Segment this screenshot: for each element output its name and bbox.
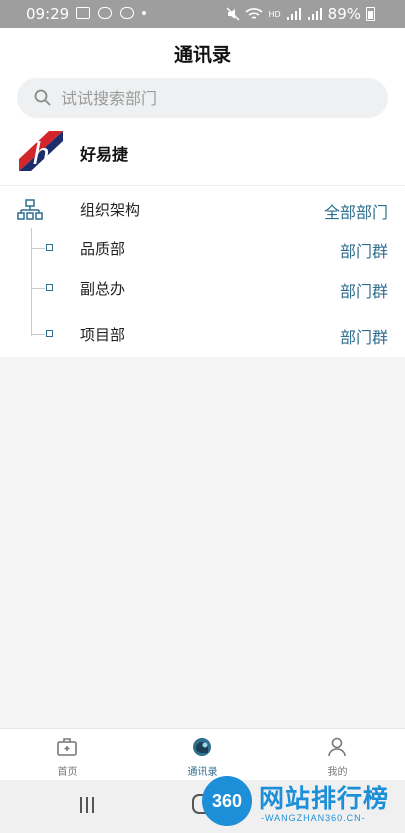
company-name: 好易捷 — [80, 145, 129, 164]
svg-text:h: h — [32, 137, 51, 171]
signal-icon — [286, 8, 301, 20]
image-notification-icon — [76, 7, 90, 19]
tree-branch — [31, 248, 45, 249]
notification-icons — [76, 7, 146, 19]
department-row[interactable]: 副总办 部门群 — [0, 273, 405, 303]
tree-node-icon — [46, 244, 53, 251]
status-bar: 09:29 HD 89% — [0, 0, 405, 28]
org-structure-label: 组织架构 — [80, 201, 141, 219]
watermark-subtitle: -WANGZHAN360.CN- — [261, 813, 366, 823]
department-row[interactable]: 项目部 部门群 — [0, 319, 405, 349]
department-row[interactable]: 品质部 部门群 — [0, 233, 405, 263]
status-time: 09:29 — [26, 5, 70, 23]
watermark-logo: 360 网站排行榜 -WANGZHAN360.CN- — [195, 772, 405, 833]
page-title: 通讯录 — [173, 44, 231, 66]
search-icon — [34, 89, 51, 106]
missed-call-icon — [98, 7, 112, 19]
battery-percent: 89% — [327, 5, 361, 23]
recent-apps-button[interactable] — [80, 797, 96, 813]
mute-icon — [226, 7, 240, 21]
tree-branch — [31, 288, 45, 289]
nav-home[interactable]: 首页 — [0, 729, 135, 781]
person-icon — [328, 737, 346, 757]
department-name: 副总办 — [80, 280, 126, 298]
more-notifications-icon — [142, 11, 146, 15]
contacts-panel: 通讯录 h 好易捷 组织架构 全 — [0, 28, 405, 357]
missed-call-icon-2 — [120, 7, 134, 19]
org-chart-icon — [17, 199, 43, 220]
org-structure-row[interactable]: 组织架构 全部部门 — [0, 194, 405, 224]
wifi-icon — [245, 8, 264, 19]
watermark-title: 网站排行榜 — [259, 784, 390, 813]
tree-branch — [31, 334, 45, 335]
all-departments-link[interactable]: 全部部门 — [324, 199, 388, 223]
watermark-badge: 360 — [202, 776, 252, 826]
department-group-link[interactable]: 部门群 — [340, 238, 388, 262]
system-icons: HD 89% — [226, 5, 375, 23]
nav-home-label: 首页 — [57, 767, 78, 778]
company-logo: h — [19, 131, 63, 171]
department-group-link[interactable]: 部门群 — [340, 324, 388, 348]
search-input[interactable] — [61, 78, 361, 118]
hd-label: HD — [268, 9, 281, 19]
company-logo-graphic: h — [19, 131, 63, 171]
company-row[interactable]: h 好易捷 — [0, 128, 405, 186]
signal-icon-2 — [307, 8, 322, 20]
department-name: 品质部 — [80, 240, 126, 258]
department-group-link[interactable]: 部门群 — [340, 278, 388, 302]
search-box[interactable] — [17, 78, 388, 118]
contacts-chat-icon — [193, 738, 211, 756]
briefcase-icon — [57, 738, 77, 756]
tree-node-icon — [46, 330, 53, 337]
department-name: 项目部 — [80, 326, 126, 344]
battery-icon — [366, 7, 375, 21]
tree-node-icon — [46, 284, 53, 291]
